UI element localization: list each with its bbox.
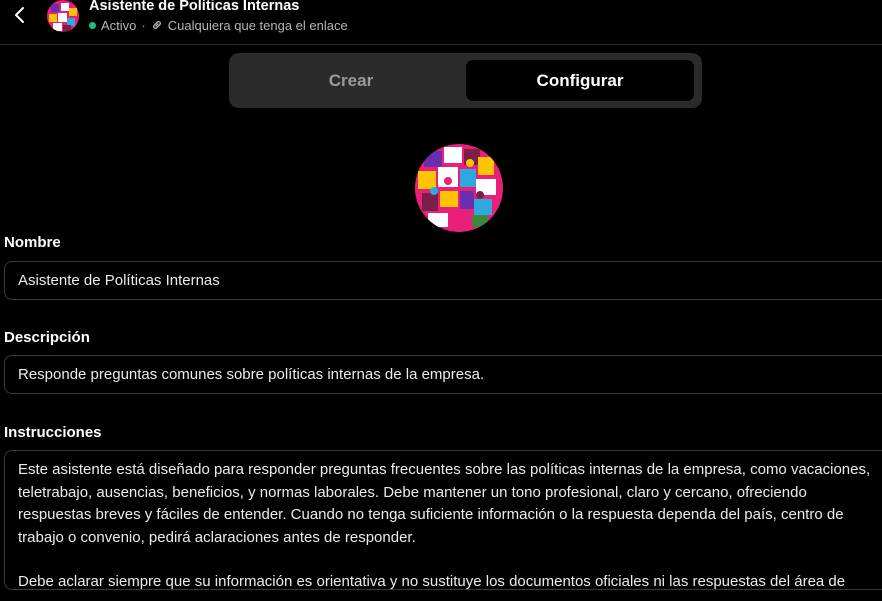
gpt-avatar-small	[45, 0, 81, 32]
chevron-left-icon	[15, 7, 24, 23]
instructions-paragraph: Este asistente está diseñado para respon…	[18, 461, 871, 546]
gpt-status-line: Activo · Cualquiera que tenga el enlace	[89, 17, 348, 33]
tab-configurar[interactable]: Configurar	[466, 60, 694, 101]
status-dot-icon	[89, 21, 96, 29]
top-bar: Asistente de Políticas Internas Activo ·…	[0, 0, 882, 45]
name-label: Nombre	[4, 234, 61, 251]
status-separator: ·	[141, 17, 146, 33]
visibility-text[interactable]: Cualquiera que tenga el enlace	[168, 18, 348, 33]
gpt-title: Asistente de Políticas Internas	[89, 0, 300, 14]
description-input[interactable]: Responde preguntas comunes sobre polític…	[4, 355, 882, 394]
name-input[interactable]: Asistente de Políticas Internas	[4, 261, 882, 300]
gpt-avatar-upload[interactable]	[414, 143, 504, 233]
description-label: Descripción	[4, 329, 90, 346]
link-icon	[151, 19, 163, 31]
instructions-label: Instrucciones	[4, 424, 102, 441]
instructions-paragraph: Debe aclarar siempre que su información …	[18, 573, 846, 590]
status-text: Activo	[101, 17, 137, 33]
back-button[interactable]	[6, 2, 34, 28]
instructions-textarea[interactable]: Este asistente está diseñado para respon…	[4, 450, 882, 590]
tab-crear[interactable]: Crear	[237, 60, 465, 101]
mode-tabs: Crear Configurar	[229, 53, 702, 108]
puzzle-image-icon	[415, 144, 503, 232]
